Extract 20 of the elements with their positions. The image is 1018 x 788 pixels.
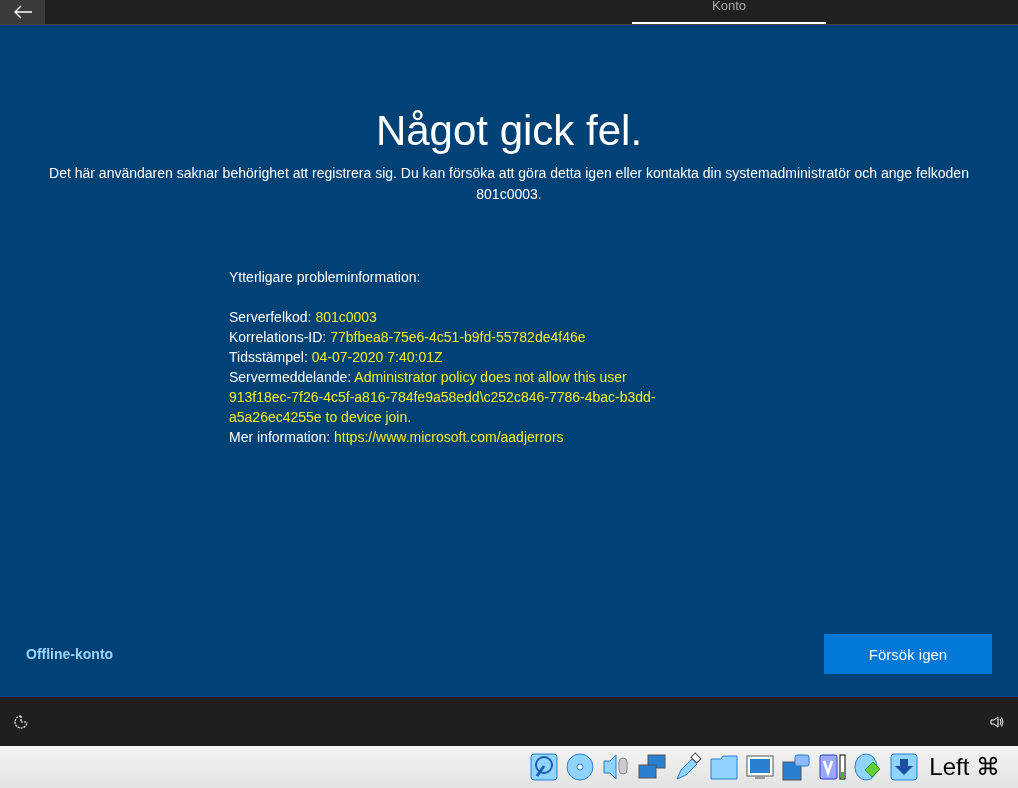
network-icon[interactable] [637, 752, 668, 782]
detail-row-text: Korrelations-ID: 77bfbea8-75e6-4c51-b9fd-55782de4f46e [229, 328, 587, 347]
error-description: Det här användaren saknar behörighet att registrera sig. Du kan försöka att göra detta igen eller kontakta din systemadministratör och ange felkoden 801c0003. [48, 164, 970, 204]
detail-row-text: Tidsstämpel: 04-07-2020 7:40:01Z [229, 348, 444, 367]
detail-row-text: Serverfelkod: 801c0003 [229, 308, 378, 327]
cpu-indicator-icon[interactable] [817, 752, 848, 782]
back-arrow-icon [12, 5, 33, 19]
detail-row-text: Mer information: https://www.microsoft.com/aadjerrors [229, 428, 565, 447]
accessibility-icon[interactable] [14, 714, 28, 729]
offline-account-link[interactable]: Offline-konto [26, 646, 114, 662]
download-icon[interactable] [889, 752, 920, 782]
back-button[interactable] [0, 0, 45, 24]
detail-row-text: Servermeddelande: Administrator policy does not allow this user 913f18ec-7f26-4c5f-a816-784fe9a58edd\c252c846-7786-4bac-b3dd-a5a26ec4255e to device join. [229, 368, 657, 427]
error-heading: Något gick fel. [375, 106, 643, 156]
details-title: Ytterligare probleminformation: [229, 268, 422, 287]
optical-disc-icon[interactable] [565, 752, 596, 782]
display-icon[interactable] [745, 752, 776, 782]
host-key-label: Left ⌘ [929, 753, 1000, 781]
retry-button[interactable]: Försök igen [824, 634, 992, 674]
volume-icon[interactable] [990, 714, 1004, 729]
